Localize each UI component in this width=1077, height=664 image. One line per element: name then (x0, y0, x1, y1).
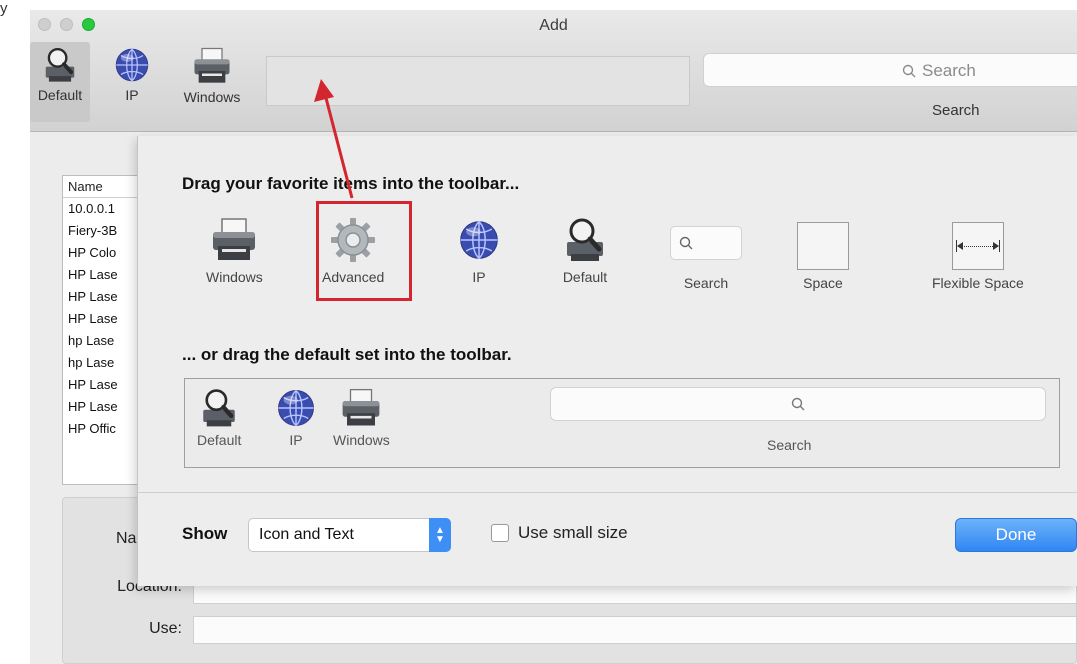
default-set-search-label: Search (767, 437, 812, 453)
default-set-title: ... or drag the default set into the too… (182, 345, 512, 364)
toolbar-ip-button[interactable]: IP (112, 46, 152, 103)
toolbar-search-label: Search (932, 102, 980, 119)
default-set-ip-item: IP (275, 387, 317, 448)
palette-windows-label: Windows (206, 269, 263, 285)
sheet-title: Drag your favorite items into the toolba… (182, 174, 520, 193)
toolbar-default-label: Default (37, 87, 83, 103)
palette-flexible-space-item[interactable]: Flexible Space (932, 222, 1024, 291)
show-popup[interactable]: Icon and Text ▲ ▼ (248, 518, 451, 552)
printer-icon (190, 46, 234, 86)
search-icon (791, 397, 805, 411)
palette-search-label: Search (683, 275, 729, 291)
palette-search-box (670, 226, 742, 260)
done-button[interactable]: Done (955, 518, 1077, 552)
toolbar-ip-label: IP (125, 87, 139, 103)
default-set-windows-item: Windows (333, 387, 390, 448)
sheet-divider (138, 492, 1077, 493)
window-title: Add (539, 17, 568, 34)
use-label: Use: (149, 620, 182, 637)
default-set-default-item: Default (197, 387, 241, 448)
palette-ip-item[interactable]: IP (457, 216, 501, 285)
toolbar-windows-button[interactable]: Windows (172, 46, 252, 105)
globe-icon (275, 387, 317, 429)
flexible-space-icon (951, 222, 1004, 270)
search-placeholder: Search (902, 61, 976, 81)
globe-icon (457, 216, 501, 264)
palette-search-item[interactable]: Search (670, 226, 742, 291)
toolbar-drop-area[interactable] (266, 56, 690, 106)
printer-icon (210, 216, 258, 264)
palette-windows-item[interactable]: Windows (206, 216, 263, 285)
magnifier-printer-icon (198, 387, 240, 429)
palette-default-label: Default (562, 269, 608, 285)
palette-ip-label: IP (472, 269, 486, 285)
search-placeholder-text: Search (922, 61, 976, 80)
customize-toolbar-sheet: Drag your favorite items into the toolba… (137, 136, 1077, 586)
default-set-well[interactable]: Default IP Windows Search (184, 378, 1060, 468)
palette-space-item[interactable]: Space (797, 222, 849, 291)
search-icon (679, 236, 693, 250)
title-bar: Add Default IP Windows Search (30, 10, 1077, 132)
show-popup-value: Icon and Text (259, 526, 354, 543)
use-field[interactable] (193, 616, 1077, 644)
chevron-updown-icon: ▲ ▼ (429, 518, 451, 552)
default-set-search-box (550, 387, 1046, 421)
default-set-windows-label: Windows (333, 432, 390, 448)
printer-icon (339, 387, 383, 429)
toolbar-search-field[interactable]: Search (703, 53, 1077, 87)
add-printer-window: Add Default IP Windows Search Search Nam… (30, 10, 1077, 664)
default-set-default-label: Default (197, 432, 242, 448)
toolbar-windows-label: Windows (183, 89, 241, 105)
space-icon (797, 222, 849, 270)
default-set-ip-label: IP (289, 432, 303, 448)
toolbar-default-button[interactable]: Default (30, 42, 90, 122)
globe-icon (113, 46, 151, 84)
small-size-label: Use small size (518, 523, 628, 542)
small-size-checkbox[interactable] (491, 524, 509, 542)
palette-space-label: Space (803, 275, 843, 291)
palette-default-item[interactable]: Default (561, 216, 609, 285)
magnifier-printer-icon (41, 46, 79, 84)
search-icon (902, 64, 916, 78)
magnifier-printer-icon (561, 216, 609, 264)
show-label: Show (182, 524, 228, 543)
palette-flexible-space-label: Flexible Space (932, 275, 1024, 291)
advanced-highlight-box (316, 201, 412, 301)
edge-text: y (0, 0, 8, 17)
name-label: Na (116, 530, 137, 547)
